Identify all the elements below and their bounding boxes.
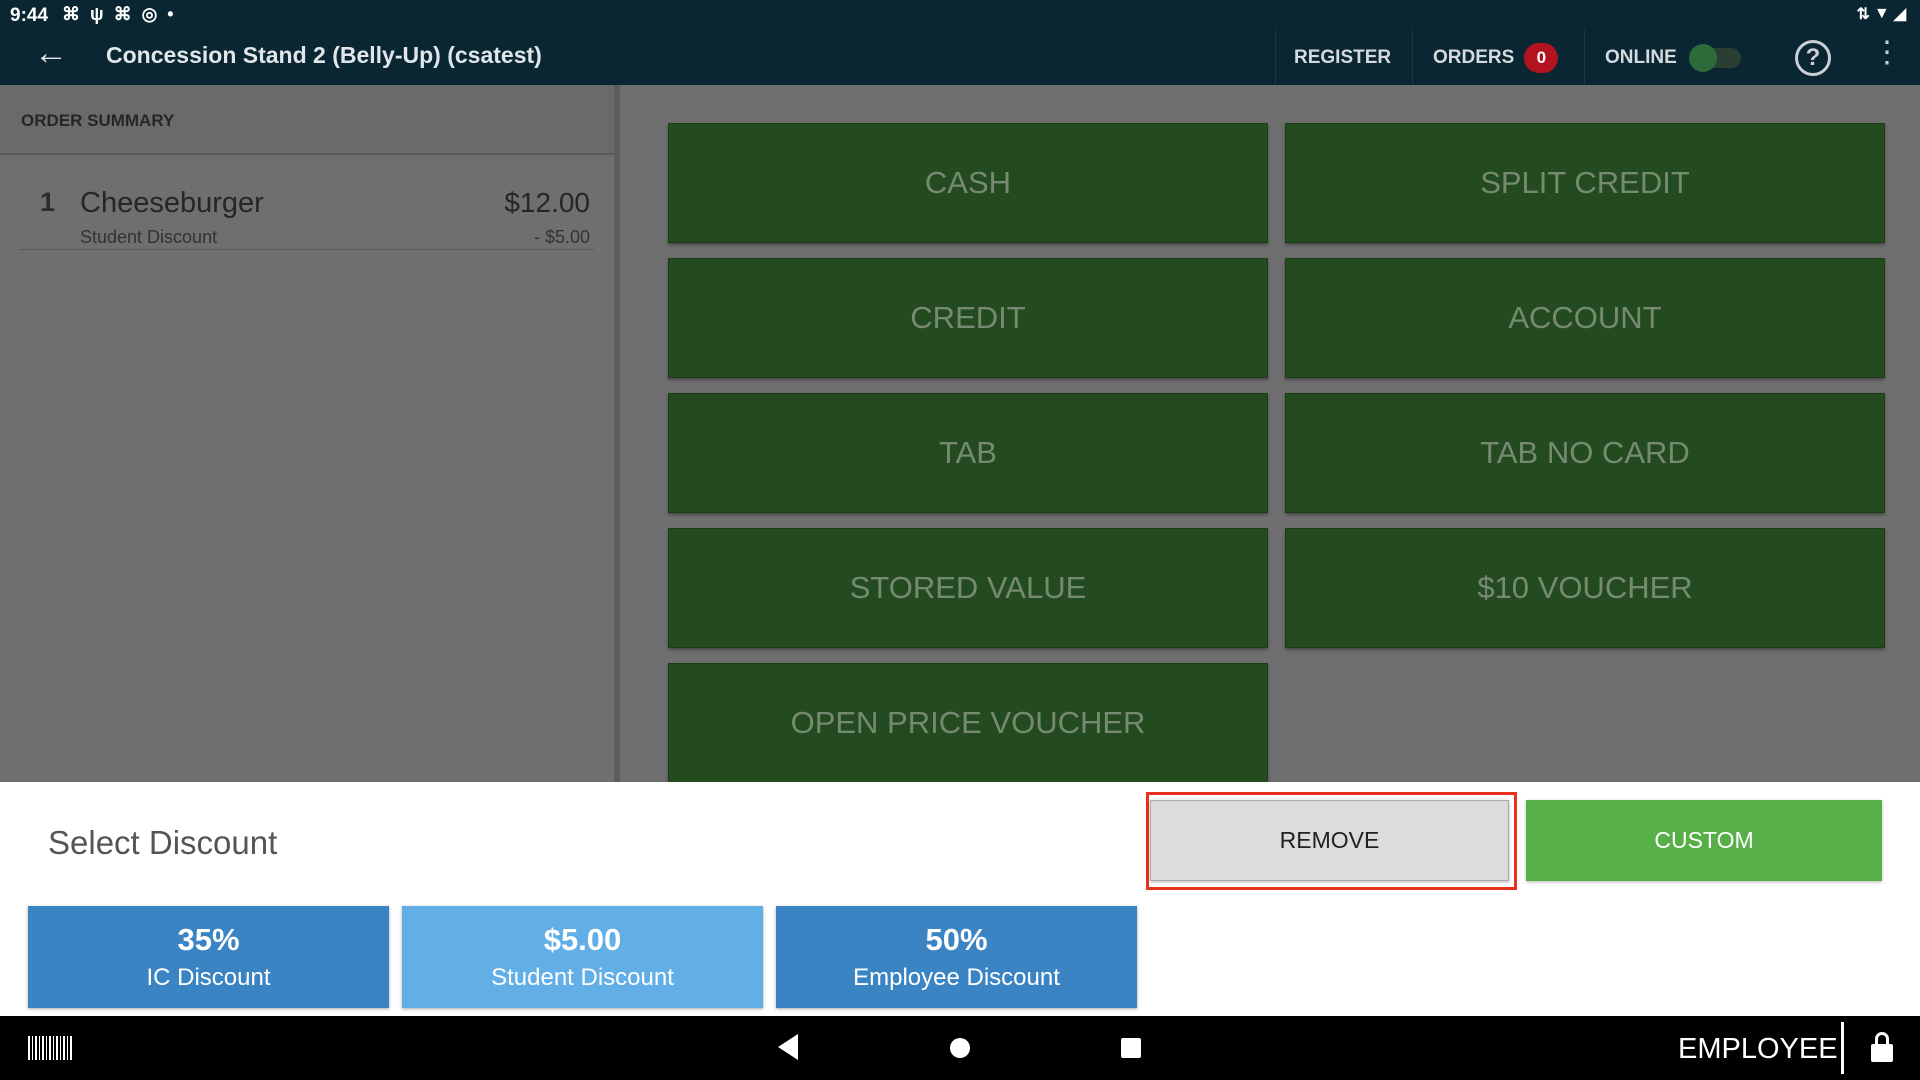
app-notification-icon-2: ⌘	[113, 4, 132, 24]
nav-home-icon[interactable]	[950, 1038, 970, 1058]
discount-amount: 50%	[925, 922, 988, 957]
orders-button[interactable]: ORDERS 0	[1433, 30, 1559, 85]
back-arrow-icon[interactable]: ←	[34, 34, 68, 73]
discount-employee-button[interactable]: 50% Employee Discount	[776, 906, 1137, 1008]
nav-back-icon[interactable]	[778, 1034, 798, 1060]
payment-tab-no-card-button[interactable]: TAB NO CARD	[1285, 393, 1885, 513]
sync-icon: ◎	[141, 4, 158, 24]
payment-cash-button[interactable]: CASH	[668, 123, 1268, 243]
item-quantity: 1	[40, 187, 56, 217]
divider	[1412, 30, 1413, 85]
orders-label: ORDERS	[1433, 46, 1515, 68]
discount-amount: $5.00	[543, 922, 622, 957]
more-notifications-icon: •	[167, 4, 174, 24]
page-title: Concession Stand 2 (Belly-Up) (csatest)	[106, 42, 542, 68]
payment-split-credit-button[interactable]: SPLIT CREDIT	[1285, 123, 1885, 243]
remove-discount-button[interactable]: REMOVE	[1150, 800, 1509, 881]
signal-icon: ◢	[1893, 6, 1906, 23]
online-toggle[interactable]	[1688, 43, 1741, 72]
item-discount-name: Student Discount	[80, 227, 218, 247]
online-label: ONLINE	[1605, 46, 1677, 68]
data-transfer-icon: ⇅	[1856, 6, 1870, 23]
divider	[1841, 1022, 1844, 1074]
item-price: $12.00	[504, 187, 590, 218]
payment-tab-button[interactable]: TAB	[668, 393, 1268, 513]
lock-icon[interactable]	[1871, 1032, 1893, 1062]
discount-label: Employee Discount	[853, 964, 1060, 991]
item-discount-amount: - $5.00	[533, 227, 590, 247]
discount-label: Student Discount	[491, 964, 674, 991]
employee-label[interactable]: EMPLOYEE	[1678, 1033, 1838, 1066]
payment-stored-value-button[interactable]: STORED VALUE	[668, 528, 1268, 648]
discount-ic-button[interactable]: 35% IC Discount	[28, 906, 389, 1008]
divider	[1584, 30, 1585, 85]
payment-account-button[interactable]: ACCOUNT	[1285, 258, 1885, 378]
divider	[1275, 30, 1276, 85]
online-toggle-group: ONLINE	[1605, 30, 1741, 85]
item-name: Cheeseburger	[80, 187, 264, 219]
app-bar: ← Concession Stand 2 (Belly-Up) (csatest…	[0, 30, 1920, 85]
toggle-knob	[1688, 43, 1717, 72]
discount-amount: 35%	[177, 922, 240, 957]
payment-credit-button[interactable]: CREDIT	[668, 258, 1268, 378]
usb-icon: ψ	[90, 4, 104, 24]
sheet-title: Select Discount	[48, 824, 278, 861]
orders-count-badge: 0	[1524, 42, 1559, 73]
nav-recent-apps-icon[interactable]	[1121, 1038, 1141, 1058]
select-discount-sheet: Select Discount REMOVE CUSTOM 35% IC Dis…	[0, 782, 1920, 1016]
status-time: 9:44	[10, 5, 49, 26]
barcode-icon[interactable]	[28, 1036, 72, 1060]
register-label: REGISTER	[1294, 46, 1392, 68]
order-summary-panel: ORDER SUMMARY 1 Cheeseburger $12.00 Stud…	[0, 85, 620, 782]
system-status-bar: 9:44 ⌘ ψ ⌘ ◎ • ⇅ ▼ ◢	[0, 0, 1920, 30]
order-summary-header: ORDER SUMMARY	[0, 85, 614, 155]
discount-label: IC Discount	[146, 964, 271, 991]
payment-open-price-voucher-button[interactable]: OPEN PRICE VOUCHER	[668, 663, 1268, 783]
help-icon[interactable]: ?	[1795, 40, 1831, 76]
more-options-icon[interactable]: ⋮	[1872, 38, 1902, 68]
app-notification-icon: ⌘	[62, 4, 80, 24]
register-button[interactable]: REGISTER	[1294, 30, 1391, 85]
payment-10-voucher-button[interactable]: $10 VOUCHER	[1285, 528, 1885, 648]
custom-discount-button[interactable]: CUSTOM	[1526, 800, 1882, 881]
system-navigation-bar: EMPLOYEE	[0, 1016, 1920, 1080]
discount-student-button[interactable]: $5.00 Student Discount	[402, 906, 763, 1008]
payment-methods-grid: CASH SPLIT CREDIT CREDIT ACCOUNT TAB TAB…	[626, 85, 1920, 783]
order-line-item[interactable]: 1 Cheeseburger $12.00 Student Discount -…	[20, 155, 594, 250]
wifi-icon: ▼	[1873, 5, 1890, 22]
